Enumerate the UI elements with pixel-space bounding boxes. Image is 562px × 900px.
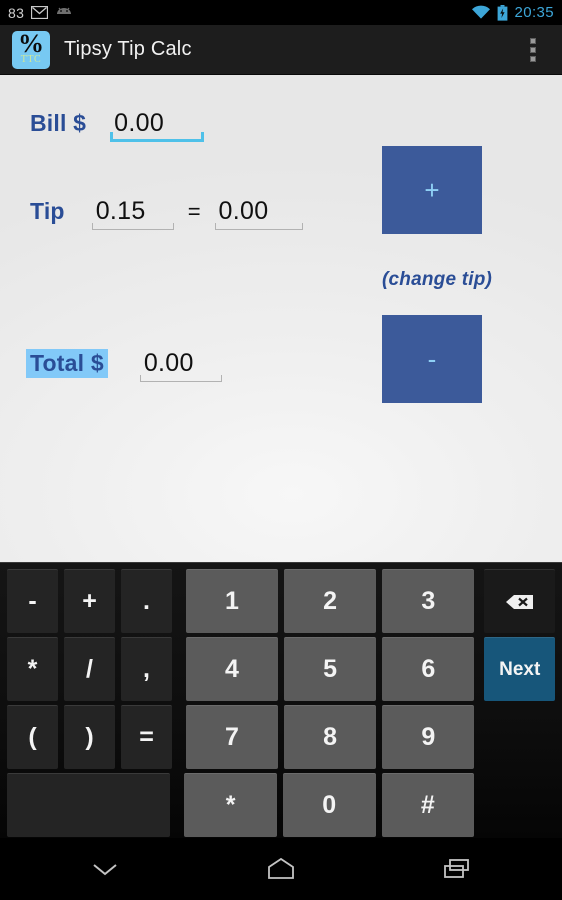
keyboard-gap xyxy=(175,705,183,769)
plus-icon: + xyxy=(424,175,440,205)
key-7[interactable]: 7 xyxy=(185,705,279,769)
bill-row: Bill $ 0.00 xyxy=(30,109,205,142)
bill-input[interactable]: 0.00 xyxy=(110,109,205,142)
keyboard-row: * / , 4 5 6 Next xyxy=(4,637,558,701)
key-slash[interactable]: / xyxy=(64,637,115,701)
equals-sign: = xyxy=(187,199,201,224)
keyboard-row: * 0 # xyxy=(4,773,558,837)
bill-underline xyxy=(110,132,205,142)
tip-label: Tip xyxy=(30,198,65,224)
key-paren-open[interactable]: ( xyxy=(7,705,58,769)
key-0[interactable]: 0 xyxy=(282,773,376,837)
overflow-menu-icon[interactable] xyxy=(522,30,544,70)
keyboard-empty-slot xyxy=(484,705,555,769)
total-input[interactable]: 0.00 xyxy=(139,349,222,382)
key-paren-close[interactable]: ) xyxy=(64,705,115,769)
increase-tip-button[interactable]: + xyxy=(382,146,482,234)
keyboard-row: - + . 1 2 3 xyxy=(4,569,558,633)
tip-rate-input[interactable]: 0.15 xyxy=(91,197,174,230)
key-asterisk-bottom[interactable]: * xyxy=(184,773,277,837)
overflow-dot xyxy=(530,55,536,62)
wifi-icon xyxy=(471,5,491,20)
app-title: Tipsy Tip Calc xyxy=(64,38,192,60)
key-3[interactable]: 3 xyxy=(382,569,475,633)
key-plus[interactable]: + xyxy=(64,569,115,633)
change-tip-caption: (change tip) xyxy=(382,269,493,290)
key-8[interactable]: 8 xyxy=(284,705,377,769)
numeric-keyboard: - + . 1 2 3 * / , 4 5 6 Next () = 7 8 9… xyxy=(0,562,562,838)
key-6[interactable]: 6 xyxy=(382,637,475,701)
keyboard-gap xyxy=(173,773,181,837)
status-bar-left: 83 xyxy=(8,5,73,21)
tip-amount-input[interactable]: 0.00 xyxy=(214,197,303,230)
gmail-icon xyxy=(31,6,49,19)
overflow-dot xyxy=(530,46,536,53)
key-1[interactable]: 1 xyxy=(185,569,279,633)
key-equals[interactable]: = xyxy=(121,705,172,769)
overflow-dot xyxy=(530,37,536,44)
app-action-bar: % TTC Tipsy Tip Calc xyxy=(0,25,562,75)
tip-row: Tip 0.15 = 0.00 xyxy=(30,197,303,230)
status-bar-clock: 20:35 xyxy=(514,4,554,21)
app-logo-percent: % xyxy=(18,30,44,58)
notification-count: 83 xyxy=(8,4,25,21)
keyboard-gap xyxy=(175,569,183,633)
total-label: Total $ xyxy=(26,349,108,378)
key-backspace[interactable] xyxy=(484,569,556,633)
key-minus[interactable]: - xyxy=(7,569,58,633)
decrease-tip-button[interactable]: - xyxy=(382,315,482,403)
keyboard-empty-slot xyxy=(484,773,555,837)
system-navigation-bar xyxy=(0,838,562,900)
key-hash[interactable]: # xyxy=(381,773,475,837)
status-bar-right: 20:35 xyxy=(471,4,554,21)
key-blank[interactable] xyxy=(7,773,171,837)
backspace-icon xyxy=(505,592,535,612)
status-bar: 83 20:35 xyxy=(0,0,562,25)
battery-charging-icon xyxy=(497,4,508,21)
tip-amount-underline xyxy=(214,223,303,230)
keyboard-gap xyxy=(175,637,183,701)
hide-keyboard-icon[interactable] xyxy=(77,849,133,889)
total-underline xyxy=(139,375,222,382)
app-logo-subtext: TTC xyxy=(20,53,42,65)
device-screen: 83 20:35 % TTC Tipsy Tip Calc Bill $ 0.0… xyxy=(0,0,562,900)
key-comma[interactable]: , xyxy=(121,637,172,701)
keyboard-row: ( ) = 7 8 9 xyxy=(4,705,558,769)
tip-rate-underline xyxy=(91,223,174,230)
key-4[interactable]: 4 xyxy=(185,637,279,701)
recents-icon[interactable] xyxy=(429,849,485,889)
key-asterisk[interactable]: * xyxy=(7,637,58,701)
key-2[interactable]: 2 xyxy=(284,569,377,633)
app-logo-icon: % TTC xyxy=(12,30,50,69)
total-row: Total $ 0.00 xyxy=(26,349,222,382)
calculator-form: Bill $ 0.00 Tip 0.15 = 0.00 Total $ 0.00 xyxy=(0,75,562,562)
home-icon[interactable] xyxy=(253,849,309,889)
key-5[interactable]: 5 xyxy=(284,637,377,701)
bill-label: Bill $ xyxy=(30,110,87,136)
key-9[interactable]: 9 xyxy=(382,705,475,769)
android-icon xyxy=(55,6,73,19)
key-period[interactable]: . xyxy=(121,569,172,633)
key-next[interactable]: Next xyxy=(484,637,556,701)
minus-icon: - xyxy=(427,344,437,374)
